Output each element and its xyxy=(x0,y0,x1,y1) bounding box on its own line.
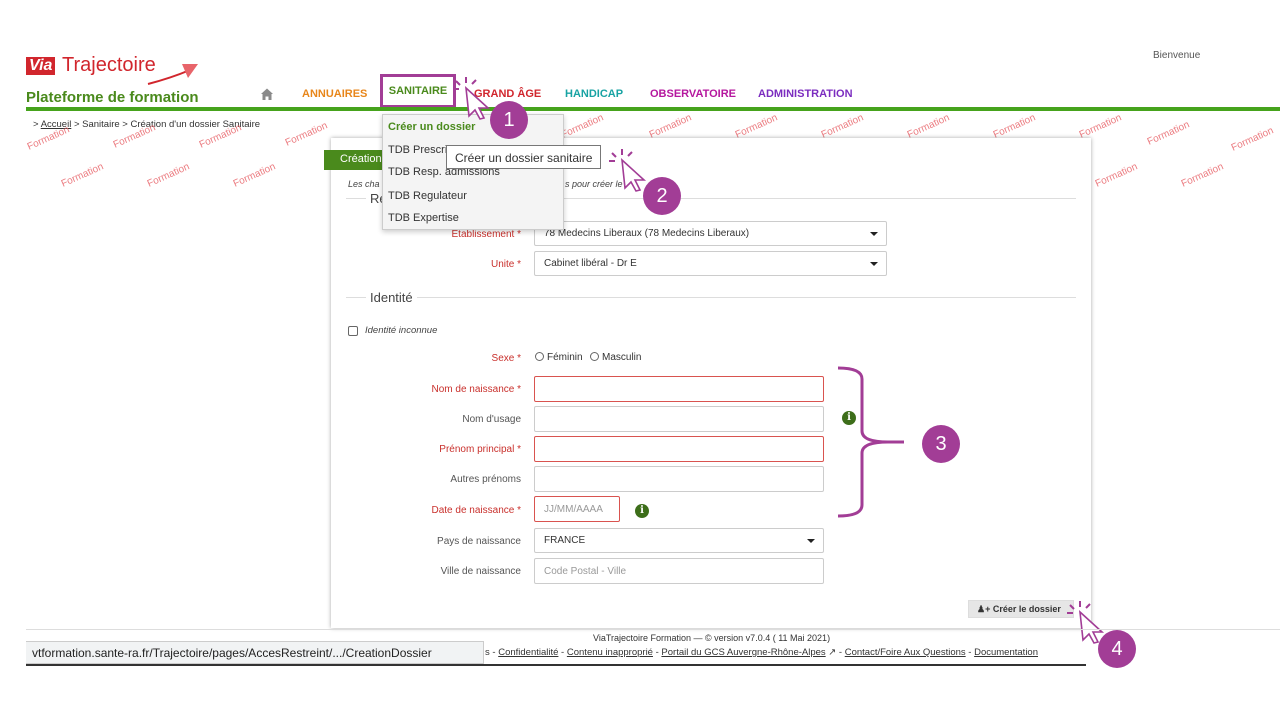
pays-naissance-label: Pays de naissance xyxy=(437,536,521,547)
identite-inconnue-checkbox[interactable] xyxy=(348,326,358,336)
platform-title: Plateforme de formation xyxy=(26,89,199,106)
menu-item-tdb-prescri[interactable]: TDB Prescri xyxy=(388,144,447,156)
browser-status-url: vtformation.sante-ra.fr/Trajectoire/page… xyxy=(26,641,484,664)
home-icon[interactable] xyxy=(260,87,274,101)
external-link-icon: ↗ xyxy=(828,647,837,658)
nav-sanitaire[interactable]: SANITAIRE xyxy=(380,74,456,108)
identite-inconnue-label: Identité inconnue xyxy=(365,325,438,336)
sanitaire-dropdown: Créer un dossier TDB Prescri TDB Resp. a… xyxy=(382,114,564,230)
watermark: Formation xyxy=(991,112,1038,141)
section-divider xyxy=(346,297,1076,298)
footer-link-documentation[interactable]: Documentation xyxy=(974,647,1038,658)
welcome-text: Bienvenue xyxy=(1153,50,1201,61)
chevron-down-icon xyxy=(870,262,878,266)
prenom-principal-input[interactable] xyxy=(534,436,824,462)
sexe-masculin-radio[interactable] xyxy=(590,352,599,361)
logo-arrow-icon xyxy=(147,64,198,85)
nav-observatoire[interactable]: OBSERVATOIRE xyxy=(650,88,736,100)
header-divider xyxy=(26,107,1280,111)
add-user-icon: ♟+ xyxy=(977,604,991,614)
chevron-down-icon xyxy=(870,232,878,236)
form-tab: Création xyxy=(324,150,384,170)
nom-usage-input[interactable] xyxy=(534,406,824,432)
unite-label: Unite * xyxy=(490,259,521,270)
footer-bottom-bar xyxy=(26,664,1086,666)
etablissement-value: 78 Medecins Liberaux (78 Medecins Libera… xyxy=(544,228,750,239)
callout-badge-1: 1 xyxy=(490,101,528,139)
watermark: Formation xyxy=(1145,119,1192,148)
etablissement-label: Etablissement * xyxy=(451,229,521,240)
logo-trajectoire-text: Trajectoire xyxy=(62,54,156,76)
date-naissance-input[interactable]: JJ/MM/AAAA xyxy=(534,496,620,522)
watermark: Formation xyxy=(59,161,106,190)
ville-naissance-input[interactable]: Code Postal - Ville xyxy=(534,558,824,584)
watermark: Formation xyxy=(1077,112,1124,141)
watermark: Formation xyxy=(1093,161,1140,190)
autres-prenoms-label: Autres prénoms xyxy=(450,474,521,485)
form-hint-left: Les cha xyxy=(348,179,380,189)
watermark: Formation xyxy=(145,161,192,190)
callout-badge-2: 2 xyxy=(643,177,681,215)
ville-naissance-label: Ville de naissance xyxy=(440,566,521,577)
date-placeholder: JJ/MM/AAAA xyxy=(544,504,603,515)
menu-item-creer-dossier[interactable]: Créer un dossier xyxy=(388,121,475,133)
watermark: Formation xyxy=(733,112,780,141)
logo-via-text: Via xyxy=(26,57,56,75)
breadcrumb-prefix: > xyxy=(33,119,39,130)
footer-divider xyxy=(26,629,1280,630)
watermark: Formation xyxy=(1229,125,1276,154)
callout-badge-4: 4 xyxy=(1098,630,1136,668)
group-brace xyxy=(837,366,904,518)
chevron-down-icon xyxy=(807,539,815,543)
watermark: Formation xyxy=(283,120,330,149)
nav-sanitaire-label: SANITAIRE xyxy=(388,85,448,97)
nom-usage-label: Nom d'usage xyxy=(462,414,521,425)
footer-link-confidentialite[interactable]: Confidentialité xyxy=(498,647,558,658)
watermark: Formation xyxy=(1179,161,1226,190)
sexe-feminin-label: Féminin xyxy=(547,352,583,363)
footer-link-contact[interactable]: Contact/Foire Aux Questions xyxy=(845,647,966,658)
nom-naissance-label: Nom de naissance * xyxy=(431,384,522,395)
footer-links-prefix: s - xyxy=(485,647,496,658)
sexe-label: Sexe * xyxy=(491,353,521,364)
info-icon[interactable]: i xyxy=(635,504,649,518)
nom-naissance-input[interactable] xyxy=(534,376,824,402)
vt-logo[interactable]: Via Trajectoire xyxy=(26,54,201,88)
footer-links: s - Confidentialité - Contenu inappropri… xyxy=(485,647,1038,658)
create-dossier-label: Créer le dossier xyxy=(992,604,1061,614)
autres-prenoms-input[interactable] xyxy=(534,466,824,492)
menu-item-tdb-regulateur[interactable]: TDB Regulateur xyxy=(388,190,467,202)
nav-annuaires[interactable]: ANNUAIRES xyxy=(302,88,367,100)
date-naissance-label: Date de naissance * xyxy=(431,505,521,516)
watermark: Formation xyxy=(559,112,606,141)
watermark: Formation xyxy=(905,112,952,141)
unite-value: Cabinet libéral - Dr E xyxy=(544,258,637,269)
watermark: Formation xyxy=(231,161,278,190)
footer-link-contenu[interactable]: Contenu inapproprié xyxy=(567,647,653,658)
create-dossier-button[interactable]: ♟+ Créer le dossier xyxy=(968,600,1074,618)
tooltip: Créer un dossier sanitaire xyxy=(446,145,602,169)
pays-naissance-value: FRANCE xyxy=(544,535,586,546)
callout-badge-3: 3 xyxy=(922,425,960,463)
section-title-identite: Identité xyxy=(366,290,417,305)
unite-select[interactable]: Cabinet libéral - Dr E xyxy=(534,251,887,276)
menu-item-tdb-expertise[interactable]: TDB Expertise xyxy=(388,212,459,224)
nav-handicap[interactable]: HANDICAP xyxy=(565,88,623,100)
watermark: Formation xyxy=(647,112,694,141)
nav-administration[interactable]: ADMINISTRATION xyxy=(758,88,853,100)
ville-placeholder: Code Postal - Ville xyxy=(544,566,627,577)
prenom-principal-label: Prénom principal * xyxy=(439,444,521,455)
sexe-feminin-radio[interactable] xyxy=(535,352,544,361)
etablissement-select[interactable]: 78 Medecins Liberaux (78 Medecins Libera… xyxy=(534,221,887,246)
footer-version: ViaTrajectoire Formation — © version v7.… xyxy=(593,633,831,643)
pays-naissance-select[interactable]: FRANCE xyxy=(534,528,824,553)
footer-link-portail[interactable]: Portail du GCS Auvergne-Rhône-Alpes xyxy=(661,647,825,658)
sexe-masculin-label: Masculin xyxy=(602,352,642,363)
watermark: Formation xyxy=(819,112,866,141)
